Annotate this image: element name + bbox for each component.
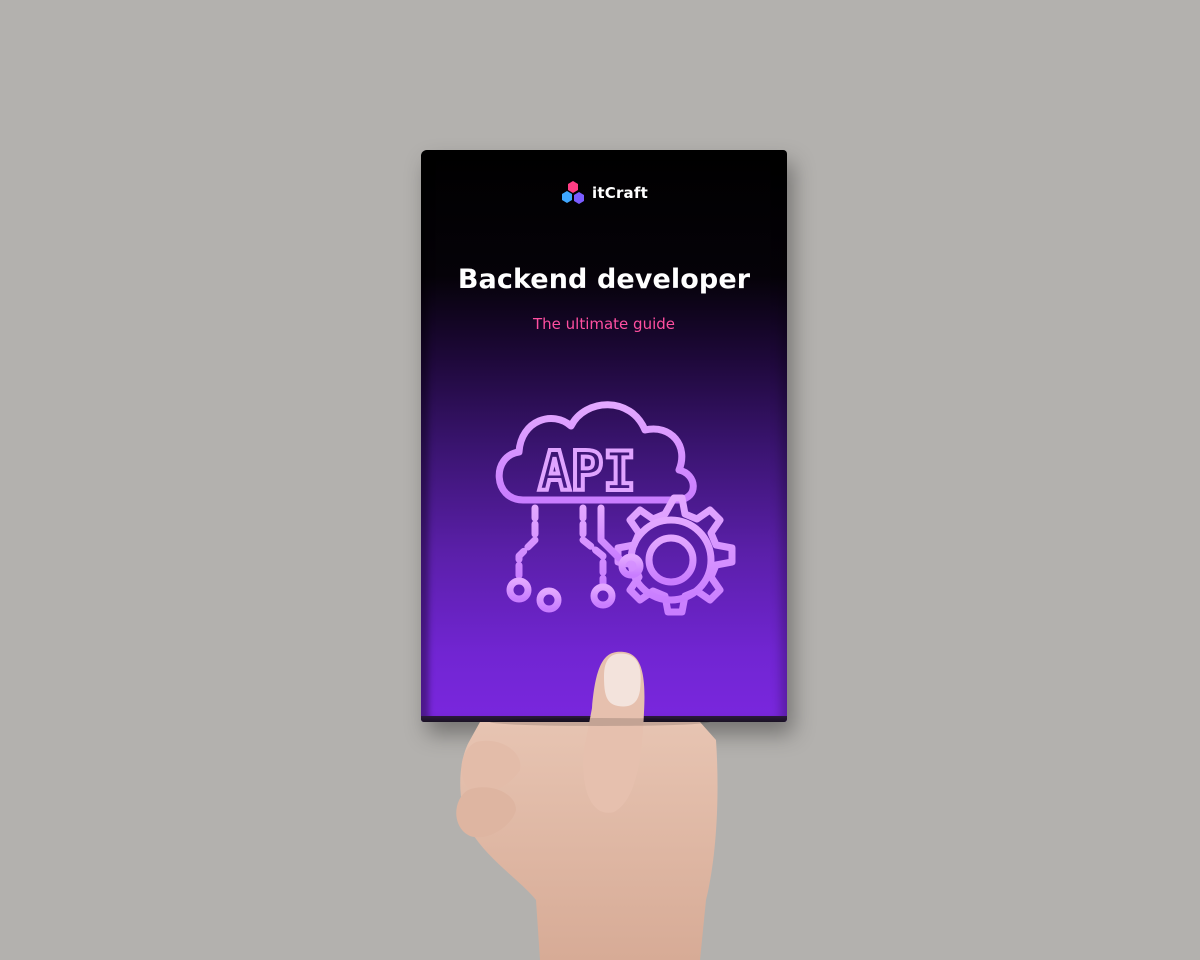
photo-scene: itCraft Backend developer The ultimate g…: [0, 0, 1200, 960]
api-cloud-gear-illustration: API: [495, 401, 736, 616]
api-label: API: [538, 440, 636, 503]
book-cover: itCraft Backend developer The ultimate g…: [421, 150, 787, 722]
brand-name: itCraft: [592, 184, 648, 202]
book-bottom-edge: [421, 716, 787, 722]
itcraft-logo-icon: [562, 181, 585, 204]
book-title: Backend developer: [457, 264, 751, 295]
book-subtitle: The ultimate guide: [532, 315, 676, 333]
circuit-icon: [506, 504, 644, 613]
brand-logo: itCraft: [421, 180, 787, 206]
